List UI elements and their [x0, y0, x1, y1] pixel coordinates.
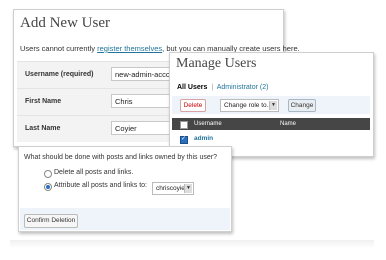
attribute-user-value: chriscoyier — [156, 185, 188, 192]
bulk-actions-bar: Delete Change role to… ▼ Change — [172, 96, 370, 114]
select-all-checkbox[interactable] — [180, 121, 188, 129]
users-table-header: Username Name — [172, 118, 370, 130]
delete-button[interactable]: Delete — [180, 99, 206, 112]
table-row: admin — [172, 133, 370, 147]
delete-option-label[interactable]: Delete all posts and links. — [54, 169, 133, 176]
register-link[interactable]: register themselves — [97, 44, 162, 53]
column-username[interactable]: Username — [194, 118, 222, 130]
filter-administrator[interactable]: Administrator (2) — [217, 84, 269, 91]
role-filters: All Users | Administrator (2) — [177, 84, 268, 91]
filter-separator: | — [211, 84, 214, 91]
change-role-value: Change role to… — [224, 102, 274, 109]
first-name-label: First Name — [25, 98, 62, 105]
username-link[interactable]: admin — [194, 135, 213, 142]
change-role-select[interactable]: Change role to… ▼ — [220, 99, 279, 112]
attribute-radio[interactable] — [44, 183, 52, 191]
delete-question: What should be done with posts and links… — [24, 154, 218, 161]
page-shadow — [10, 240, 374, 248]
change-button[interactable]: Change — [288, 99, 316, 112]
last-name-label: Last Name — [25, 125, 61, 132]
notice-prefix: Users cannot currently — [20, 44, 98, 53]
add-user-title: Add New User — [20, 15, 110, 31]
chevron-down-icon: ▼ — [269, 101, 277, 110]
chevron-down-icon: ▼ — [184, 184, 192, 193]
row-checkbox[interactable] — [180, 135, 188, 144]
attribute-option-label[interactable]: Attribute all posts and links to: — [54, 182, 147, 189]
manage-users-title: Manage Users — [176, 56, 257, 71]
attribute-user-select[interactable]: chriscoyier ▼ — [152, 182, 194, 195]
manage-users-panel: Manage Users All Users | Administrator (… — [169, 52, 374, 157]
column-name[interactable]: Name — [280, 118, 296, 130]
filter-all-users[interactable]: All Users — [177, 84, 207, 91]
delete-confirm-panel: What should be done with posts and links… — [18, 146, 232, 232]
username-label: Username (required) — [25, 71, 94, 78]
confirm-deletion-button[interactable]: Confirm Deletion — [24, 214, 78, 228]
delete-radio[interactable] — [44, 170, 52, 178]
